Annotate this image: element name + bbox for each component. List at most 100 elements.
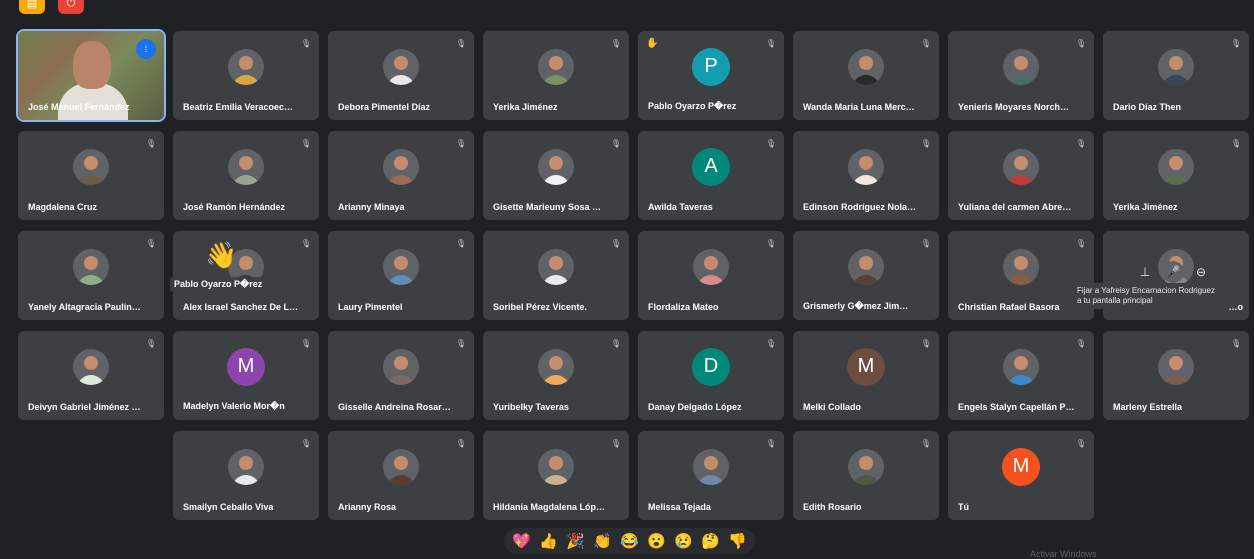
reaction-button[interactable]: 😂 <box>618 532 641 550</box>
participant-tile[interactable]: 🎙 Debora Pimentel Díaz <box>328 31 474 120</box>
participant-tile[interactable]: 🎙 Yerika Jiménez <box>483 31 629 120</box>
participant-name: Smailyn Ceballo Viva <box>183 502 274 512</box>
audio-level-icon: ⁞ <box>136 39 156 59</box>
pin-icon[interactable]: ⊥ <box>1134 261 1156 283</box>
mic-off-icon: 🎙 <box>765 239 776 248</box>
participant-tile[interactable]: ⁞ José Manuel Fernández <box>16 29 166 122</box>
avatar <box>73 348 109 385</box>
participant-tile[interactable]: 🎙 Melissa Tejada <box>638 431 784 520</box>
avatar <box>383 448 419 485</box>
participant-name: Deivyn Gabriel Jiménez … <box>28 402 141 412</box>
leave-call-button[interactable]: ⏻ <box>58 0 84 14</box>
participant-tile[interactable]: 🎙 Grismerly G�mez Jim… <box>793 231 939 320</box>
participant-name: Yuribelky Taveras <box>493 402 569 412</box>
avatar: A <box>692 147 730 186</box>
participant-tile[interactable]: 🎙 Soribel Pérez Vicente. <box>483 231 629 320</box>
participant-tile[interactable]: M 🎙 Melki Collado <box>793 331 939 420</box>
mic-off-icon: 🎙 <box>145 339 156 348</box>
participant-name: Hildania Magdalena Lóp… <box>493 502 606 512</box>
participant-name: José Manuel Fernández <box>28 102 130 112</box>
pin-tooltip: Fijar a Yafreisy Encarnacion Rodriguez a… <box>1072 283 1222 309</box>
avatar: M <box>847 347 885 386</box>
participant-tile[interactable]: 🎙 Beatriz Emilia Veracoec… <box>173 31 319 120</box>
reaction-button[interactable]: 😮 <box>645 532 668 550</box>
mic-off-icon: 🎙 <box>765 439 776 448</box>
avatar <box>693 248 729 285</box>
reaction-button[interactable]: 💖 <box>510 532 533 550</box>
participant-tile[interactable]: 🎙 Edith Rosario <box>793 431 939 520</box>
participant-name: Soribel Pérez Vicente. <box>493 302 587 312</box>
avatar <box>383 348 419 385</box>
participant-tile[interactable]: 🎙 Arianny Rosa <box>328 431 474 520</box>
participant-tile[interactable]: 🎙 Engels Stalyn Capellán P… <box>948 331 1094 420</box>
mic-off-icon: 🎙 <box>1075 239 1086 248</box>
reaction-button[interactable]: 👍 <box>537 532 560 550</box>
participant-tile[interactable]: D 🎙 Danay Delgado López <box>638 331 784 420</box>
participant-tile[interactable]: 🎙 Yerika Jiménez <box>1103 131 1249 220</box>
participant-tile[interactable]: 🎙 Yuliana del carmen Abre… <box>948 131 1094 220</box>
participant-name: Edith Rosario <box>803 502 862 512</box>
participant-name: Melissa Tejada <box>648 502 711 512</box>
mute-participant-icon[interactable]: 🎤 <box>1162 261 1184 283</box>
participant-tile[interactable]: M 🎙 Tú <box>948 431 1094 520</box>
reaction-button[interactable]: 👎 <box>726 532 749 550</box>
avatar <box>538 348 574 385</box>
participant-tile[interactable]: 🎙 Dario Díaz Then <box>1103 31 1249 120</box>
avatar <box>538 448 574 485</box>
participant-tile[interactable]: 🎙 Hildania Magdalena Lóp… <box>483 431 629 520</box>
participant-tile[interactable]: 🎙 Yanely Altagracia Paulin… <box>18 231 164 320</box>
avatar <box>228 448 264 485</box>
participant-name: Awilda Taveras <box>648 202 713 212</box>
participant-tile[interactable]: 🎙 Yuribelky Taveras <box>483 331 629 420</box>
participant-tile[interactable]: A 🎙 Awilda Taveras <box>638 131 784 220</box>
avatar <box>1158 48 1194 85</box>
avatar <box>538 248 574 285</box>
reaction-button[interactable]: 🎉 <box>564 532 587 550</box>
remove-participant-icon[interactable]: ⊖ <box>1190 261 1212 283</box>
mic-off-icon: 🎙 <box>920 339 931 348</box>
mic-off-icon: 🎙 <box>145 139 156 148</box>
participant-tile[interactable]: 🎙 Alex Israel Sanchez De L… <box>173 231 319 320</box>
participant-name: Danay Delgado López <box>648 402 742 412</box>
mic-off-icon: 🎙 <box>920 239 931 248</box>
participant-tile[interactable]: P 🎙 ✋ Pablo Oyarzo P�rez <box>638 31 784 120</box>
participant-tile[interactable]: 🎙 Yenieris Moyares Norch… <box>948 31 1094 120</box>
participant-tile[interactable]: 🎙 José Ramón Hernández <box>173 131 319 220</box>
participant-tile[interactable]: 🎙 Marleny Estrella <box>1103 331 1249 420</box>
tile-hover-controls: ⊥ 🎤 ⊖ <box>1134 261 1212 283</box>
participant-tile[interactable]: 🎙 Flordaliza Mateo <box>638 231 784 320</box>
mic-off-icon: 🎙 <box>610 339 621 348</box>
reaction-button[interactable]: 👏 <box>591 532 614 550</box>
mic-off-icon: 🎙 <box>300 439 311 448</box>
avatar <box>1003 48 1039 85</box>
participant-name: Christian Rafael Basora <box>958 302 1060 312</box>
participant-tile[interactable]: 🎙 Gisette Marieuny Sosa … <box>483 131 629 220</box>
participant-tile[interactable]: 🎙 Gisselle Andreina Rosar… <box>328 331 474 420</box>
mic-off-icon: 🎙 <box>920 139 931 148</box>
mic-off-icon: 🎙 <box>455 239 466 248</box>
avatar <box>383 48 419 85</box>
mic-off-icon: 🎙 <box>455 39 466 48</box>
participant-name: Flordaliza Mateo <box>648 302 719 312</box>
mic-off-icon: 🎙 <box>1075 439 1086 448</box>
avatar <box>383 148 419 185</box>
participant-name: Arianny Rosa <box>338 502 397 512</box>
mic-off-icon: 🎙 <box>300 139 311 148</box>
participant-name: Yerika Jiménez <box>1113 202 1178 212</box>
reaction-button[interactable]: 😢 <box>672 532 695 550</box>
reaction-button[interactable]: 🤔 <box>699 532 722 550</box>
participant-tile[interactable]: 🎙 Edinson Rodríguez Nola… <box>793 131 939 220</box>
avatar <box>228 48 264 85</box>
participant-tile[interactable]: 🎙 Smailyn Ceballo Viva <box>173 431 319 520</box>
mic-off-icon: 🎙 <box>920 439 931 448</box>
captions-button[interactable]: ▤ <box>19 0 45 14</box>
participant-tile[interactable]: 🎙 Wanda Maria Luna Merc… <box>793 31 939 120</box>
avatar <box>538 48 574 85</box>
participant-tile[interactable]: 🎙 Magdalena Cruz <box>18 131 164 220</box>
participant-tile[interactable]: 🎙 Deivyn Gabriel Jiménez … <box>18 331 164 420</box>
participant-tile[interactable]: M 🎙 Madelyn Valerio Mor�n <box>173 331 319 420</box>
participant-name: Dario Díaz Then <box>1113 102 1182 112</box>
participant-tile[interactable]: 🎙 Laury Pimentel <box>328 231 474 320</box>
participant-name: Gisselle Andreina Rosar… <box>338 402 451 412</box>
participant-tile[interactable]: 🎙 Arianny Minaya <box>328 131 474 220</box>
